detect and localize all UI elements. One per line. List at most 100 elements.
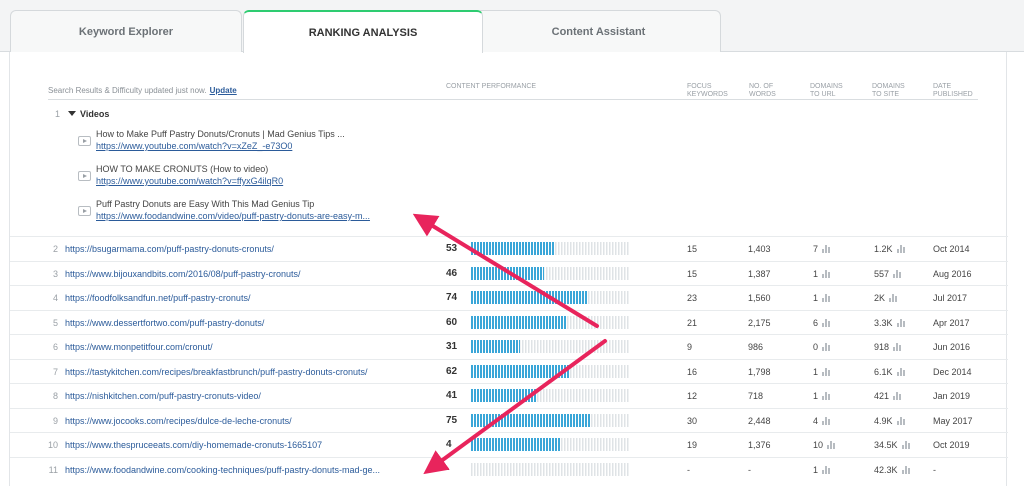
video-title: HOW TO MAKE CRONUTS (How to video) <box>96 164 269 174</box>
domains-to-site-cell[interactable]: 4.9K <box>874 416 905 426</box>
domains-to-site-cell[interactable]: 6.1K <box>874 367 905 377</box>
result-url-link[interactable]: https://www.monpetitfour.com/cronut/ <box>65 342 213 352</box>
domains-to-url-value: 7 <box>813 244 819 254</box>
domains-to-site-cell[interactable]: 3.3K <box>874 318 905 328</box>
word-count-value: 2,448 <box>748 415 771 426</box>
bar-chart-icon <box>822 245 831 253</box>
domains-to-url-cell[interactable]: 1 <box>813 367 831 377</box>
tab-keyword-explorer[interactable]: Keyword Explorer <box>10 10 242 52</box>
domains-to-url-cell[interactable]: 4 <box>813 416 831 426</box>
video-link[interactable]: https://www.foodandwine.com/video/puff-p… <box>96 211 370 221</box>
header-divider <box>48 99 978 100</box>
result-url-link[interactable]: https://bsugarmama.com/puff-pastry-donut… <box>65 244 274 254</box>
caret-down-icon <box>68 111 76 116</box>
domains-to-url-value: 1 <box>813 293 819 303</box>
result-url-link[interactable]: https://www.thespruceeats.com/diy-homema… <box>65 440 322 450</box>
date-published-value: - <box>933 464 936 475</box>
col-focus-keywords[interactable]: FOCUS KEYWORDS <box>687 83 728 99</box>
domains-to-url-cell[interactable]: 1 <box>813 293 831 303</box>
word-count-value: 718 <box>748 391 764 401</box>
performance-bar-fill <box>471 266 544 280</box>
performance-bar-fill <box>471 242 555 255</box>
content-score: 75 <box>446 414 458 426</box>
video-link[interactable]: https://www.youtube.com/watch?v=xZeZ_-e7… <box>96 141 292 151</box>
domains-to-url-cell[interactable]: 10 <box>813 440 836 450</box>
domains-to-site-value: 421 <box>874 391 890 401</box>
performance-bar-fill <box>471 364 569 378</box>
domains-to-url-cell[interactable]: 6 <box>813 317 831 328</box>
date-published-value: Apr 2017 <box>933 317 970 328</box>
col-words-l2: WORDS <box>749 91 776 98</box>
bar-chart-icon <box>893 392 902 400</box>
result-url-link[interactable]: https://www.dessertfortwo.com/puff-pastr… <box>65 318 264 328</box>
ranking-panel: Search Results & Difficulty updated just… <box>9 52 1008 486</box>
result-url-link[interactable]: https://www.bijouxandbits.com/2016/08/pu… <box>65 269 300 279</box>
performance-bar <box>471 315 629 329</box>
domains-to-url-value: 10 <box>813 440 824 450</box>
domains-to-url-cell[interactable]: 1 <box>813 465 831 475</box>
bar-chart-icon <box>822 416 831 425</box>
play-icon <box>78 136 91 146</box>
tab-content-assistant[interactable]: Content Assistant <box>476 10 721 52</box>
date-published-value: Jan 2019 <box>933 391 971 401</box>
table-row: 4 https://foodfolksandfun.net/puff-pastry… <box>10 285 1008 309</box>
domains-to-site-cell[interactable]: 1.2K <box>874 244 905 254</box>
content-score: 53 <box>446 243 458 254</box>
bar-chart-icon <box>896 245 905 253</box>
word-count-value: 1,376 <box>748 440 771 450</box>
domains-to-site-cell[interactable]: 421 <box>874 391 902 401</box>
result-url-link[interactable]: https://www.foodandwine.com/cooking-tech… <box>65 465 380 475</box>
table-row: 7 https://tastykitchen.com/recipes/breakf… <box>10 358 1008 383</box>
domains-to-url-cell[interactable]: 1 <box>813 391 831 401</box>
domains-to-url-value: 6 <box>813 317 819 328</box>
domains-to-site-cell[interactable]: 34.5K <box>874 440 910 450</box>
bar-chart-icon <box>822 343 831 351</box>
domains-to-site-cell[interactable]: 2K <box>874 293 898 303</box>
word-count-value: 1,387 <box>748 268 771 279</box>
col-domains-to-url[interactable]: DOMAINS TO URL <box>810 83 843 99</box>
bar-chart-icon <box>901 465 910 474</box>
performance-bar-fill <box>471 315 566 329</box>
result-url-link[interactable]: https://foodfolksandfun.net/puff-pastry-… <box>65 293 250 303</box>
focus-keywords-value: 12 <box>687 391 698 401</box>
domains-to-url-cell[interactable]: 7 <box>813 244 831 254</box>
bar-chart-icon <box>896 318 905 327</box>
bar-chart-icon <box>893 343 902 351</box>
bar-chart-icon <box>822 318 831 327</box>
col-date-published[interactable]: DATE PUBLISHED <box>933 83 973 99</box>
tab-ranking-analysis[interactable]: RANKING ANALYSIS <box>243 10 483 53</box>
focus-keywords-value: 15 <box>687 244 698 254</box>
performance-bar <box>471 266 629 280</box>
update-link[interactable]: Update <box>210 86 237 95</box>
videos-toggle[interactable]: Videos <box>68 109 109 119</box>
domains-to-url-cell[interactable]: 1 <box>813 269 831 279</box>
performance-bar-fill <box>471 438 562 451</box>
performance-bar <box>471 438 629 451</box>
play-icon <box>78 206 91 216</box>
col-domains-to-site[interactable]: DOMAINS TO SITE <box>872 83 905 99</box>
row-number: 8 <box>52 391 58 401</box>
domains-to-site-value: 42.3K <box>874 464 898 475</box>
table-row: 11 https://www.foodandwine.com/cooking-te… <box>10 456 1008 481</box>
col-content-performance[interactable]: CONTENT PERFORMANCE <box>446 83 536 91</box>
word-count-value: 2,175 <box>748 317 771 328</box>
domains-to-site-value: 557 <box>874 268 890 279</box>
result-url-link[interactable]: https://www.jocooks.com/recipes/dulce-de… <box>65 416 292 426</box>
content-score: 60 <box>446 316 458 328</box>
focus-keywords-value: 19 <box>687 440 698 450</box>
result-url-link[interactable]: https://tastykitchen.com/recipes/breakfa… <box>65 367 367 377</box>
content-score: 31 <box>446 341 458 352</box>
domains-to-url-cell[interactable]: 0 <box>813 342 831 352</box>
result-url-link[interactable]: https://nishkitchen.com/puff-pastry-cron… <box>65 391 261 401</box>
row-number: 9 <box>52 415 58 426</box>
date-published-value: Aug 2016 <box>933 268 972 279</box>
domains-to-site-cell[interactable]: 42.3K <box>874 465 910 475</box>
domains-to-site-cell[interactable]: 918 <box>874 342 902 352</box>
col-words-l1: NO. OF <box>749 83 774 90</box>
videos-row-number: 1 <box>54 109 60 119</box>
col-no-of-words[interactable]: NO. OF WORDS <box>749 83 776 99</box>
video-link[interactable]: https://www.youtube.com/watch?v=ffyxG4il… <box>96 176 283 186</box>
domains-to-site-cell[interactable]: 557 <box>874 268 902 279</box>
date-published-value: May 2017 <box>933 415 973 426</box>
table-row: 5 https://www.dessertfortwo.com/puff-past… <box>10 309 1008 334</box>
